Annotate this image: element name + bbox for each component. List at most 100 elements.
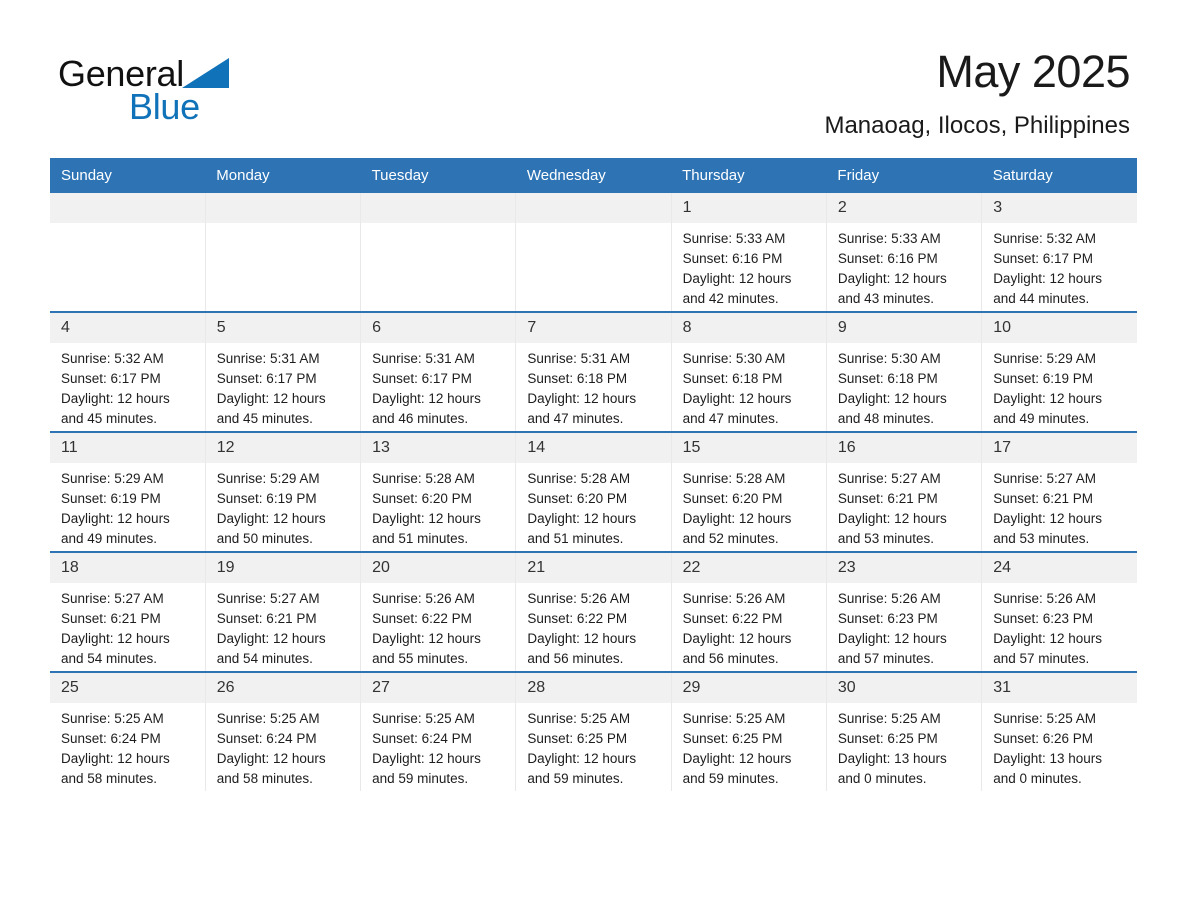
day-details: Sunrise: 5:25 AM Sunset: 6:25 PM Daylight:… (516, 703, 670, 789)
daylight-text-line1: Daylight: 12 hours (216, 751, 326, 766)
sunrise-text: Sunrise: 5:26 AM (527, 591, 631, 606)
sunrise-text: Sunrise: 5:25 AM (682, 711, 786, 726)
sunset-text: Sunset: 6:19 PM (61, 491, 161, 506)
calendar-day-cell-empty (50, 193, 206, 312)
daylight-text-line1: Daylight: 12 hours (61, 751, 170, 766)
daylight-text-line2: and 53 minutes. (837, 531, 934, 546)
day-details: Sunrise: 5:27 AM Sunset: 6:21 PM Daylight:… (982, 463, 1137, 549)
daylight-text-line2: and 0 minutes. (837, 771, 927, 786)
calendar-day-cell[interactable]: 19 Sunrise: 5:27 AM Sunset: 6:21 PM Dayligh… (204, 551, 361, 672)
day-number: 29 (671, 673, 826, 703)
sunrise-text: Sunrise: 5:27 AM (837, 471, 941, 486)
day-details: Sunrise: 5:29 AM Sunset: 6:19 PM Daylight:… (50, 463, 205, 549)
daylight-text-line1: Daylight: 12 hours (682, 511, 792, 526)
calendar-day-cell[interactable]: 16 Sunrise: 5:27 AM Sunset: 6:21 PM Dayligh… (825, 431, 982, 552)
calendar-day-cell[interactable]: 14 Sunrise: 5:28 AM Sunset: 6:20 PM Dayligh… (515, 431, 672, 552)
day-details: Sunrise: 5:31 AM Sunset: 6:18 PM Daylight:… (516, 343, 670, 429)
sunrise-text: Sunrise: 5:29 AM (61, 471, 164, 486)
sunrise-text: Sunrise: 5:26 AM (993, 591, 1096, 606)
calendar-day-cell[interactable]: 17 Sunrise: 5:27 AM Sunset: 6:21 PM Dayligh… (981, 431, 1137, 552)
sunset-text: Sunset: 6:16 PM (837, 251, 938, 266)
daylight-text-line2: and 54 minutes. (216, 651, 313, 666)
daylight-text-line2: and 42 minutes. (682, 291, 779, 306)
sunset-text: Sunset: 6:25 PM (527, 731, 628, 746)
calendar-day-cell[interactable]: 12 Sunrise: 5:29 AM Sunset: 6:19 PM Dayligh… (204, 431, 361, 552)
calendar-day-cell[interactable]: 5 Sunrise: 5:31 AM Sunset: 6:17 PM Daylight… (204, 311, 361, 432)
calendar-day-cell[interactable]: 28 Sunrise: 5:25 AM Sunset: 6:25 PM Dayligh… (515, 671, 672, 791)
daylight-text-line1: Daylight: 12 hours (527, 511, 637, 526)
weekday-header-tuesday: Tuesday (360, 158, 516, 193)
calendar-day-cell-empty (360, 193, 516, 312)
day-details: Sunrise: 5:26 AM Sunset: 6:22 PM Daylight:… (361, 583, 515, 669)
day-number: 21 (516, 553, 671, 583)
calendar-day-cell[interactable]: 1 Sunrise: 5:33 AM Sunset: 6:16 PM Daylight… (670, 193, 827, 312)
day-details: Sunrise: 5:29 AM Sunset: 6:19 PM Daylight:… (982, 343, 1137, 429)
sunset-text: Sunset: 6:18 PM (837, 371, 938, 386)
sunset-text: Sunset: 6:23 PM (837, 611, 938, 626)
calendar-day-cell[interactable]: 13 Sunrise: 5:28 AM Sunset: 6:20 PM Dayligh… (360, 431, 516, 552)
calendar-day-cell[interactable]: 3 Sunrise: 5:32 AM Sunset: 6:17 PM Daylight… (981, 193, 1137, 312)
calendar-day-cell[interactable]: 8 Sunrise: 5:30 AM Sunset: 6:18 PM Daylight… (670, 311, 827, 432)
sunset-text: Sunset: 6:17 PM (993, 251, 1093, 266)
calendar-day-cell[interactable]: 21 Sunrise: 5:26 AM Sunset: 6:22 PM Dayligh… (515, 551, 672, 672)
daylight-text-line2: and 47 minutes. (527, 411, 624, 426)
calendar-day-cell[interactable]: 26 Sunrise: 5:25 AM Sunset: 6:24 PM Dayligh… (204, 671, 361, 791)
daylight-text-line1: Daylight: 12 hours (372, 751, 481, 766)
sunrise-text: Sunrise: 5:25 AM (216, 711, 320, 726)
daylight-text-line1: Daylight: 12 hours (527, 631, 637, 646)
calendar-day-cell[interactable]: 29 Sunrise: 5:25 AM Sunset: 6:25 PM Dayligh… (670, 671, 827, 791)
day-number: 2 (826, 193, 982, 223)
day-details: Sunrise: 5:30 AM Sunset: 6:18 PM Daylight:… (672, 343, 826, 429)
calendar-day-cell[interactable]: 22 Sunrise: 5:26 AM Sunset: 6:22 PM Dayligh… (670, 551, 827, 672)
sunrise-text: Sunrise: 5:25 AM (837, 711, 941, 726)
daylight-text-line2: and 48 minutes. (837, 411, 934, 426)
sunset-text: Sunset: 6:22 PM (372, 611, 472, 626)
calendar-day-cell[interactable]: 2 Sunrise: 5:33 AM Sunset: 6:16 PM Daylight… (825, 193, 982, 312)
day-details: Sunrise: 5:33 AM Sunset: 6:16 PM Daylight:… (827, 223, 981, 309)
calendar-day-cell-empty (204, 193, 361, 312)
calendar-day-cell[interactable]: 4 Sunrise: 5:32 AM Sunset: 6:17 PM Daylight… (50, 311, 206, 432)
daylight-text-line2: and 44 minutes. (993, 291, 1090, 306)
daylight-text-line2: and 57 minutes. (993, 651, 1090, 666)
day-details: Sunrise: 5:28 AM Sunset: 6:20 PM Daylight:… (361, 463, 515, 549)
daylight-text-line2: and 57 minutes. (837, 651, 934, 666)
day-number: 3 (982, 193, 1137, 223)
sunrise-text: Sunrise: 5:26 AM (837, 591, 941, 606)
calendar-day-cell[interactable]: 18 Sunrise: 5:27 AM Sunset: 6:21 PM Dayligh… (50, 551, 206, 672)
calendar-day-cell[interactable]: 31 Sunrise: 5:25 AM Sunset: 6:26 PM Dayligh… (981, 671, 1137, 791)
day-number: 20 (361, 553, 516, 583)
day-number: 24 (982, 553, 1137, 583)
calendar-day-cell[interactable]: 7 Sunrise: 5:31 AM Sunset: 6:18 PM Daylight… (515, 311, 672, 432)
daylight-text-line1: Daylight: 12 hours (527, 751, 637, 766)
daylight-text-line2: and 52 minutes. (682, 531, 779, 546)
day-number: 1 (671, 193, 826, 223)
calendar-day-cell[interactable]: 20 Sunrise: 5:26 AM Sunset: 6:22 PM Dayligh… (360, 551, 516, 672)
calendar-day-cell[interactable]: 11 Sunrise: 5:29 AM Sunset: 6:19 PM Dayligh… (50, 431, 206, 552)
sunrise-text: Sunrise: 5:27 AM (61, 591, 164, 606)
sunrise-text: Sunrise: 5:29 AM (216, 471, 320, 486)
weekday-header-wednesday: Wednesday (515, 158, 672, 193)
calendar-day-cell[interactable]: 27 Sunrise: 5:25 AM Sunset: 6:24 PM Dayligh… (360, 671, 516, 791)
sunset-text: Sunset: 6:22 PM (682, 611, 783, 626)
calendar-day-cell[interactable]: 25 Sunrise: 5:25 AM Sunset: 6:24 PM Dayligh… (50, 671, 206, 791)
daylight-text-line2: and 51 minutes. (372, 531, 469, 546)
day-details: Sunrise: 5:27 AM Sunset: 6:21 PM Daylight:… (206, 583, 360, 669)
calendar-body: 1 Sunrise: 5:33 AM Sunset: 6:16 PM Daylight… (50, 193, 1137, 791)
weekday-header-thursday: Thursday (671, 158, 827, 193)
daylight-text-line1: Daylight: 12 hours (993, 271, 1102, 286)
daylight-text-line1: Daylight: 12 hours (837, 511, 947, 526)
daylight-text-line1: Daylight: 12 hours (993, 631, 1102, 646)
brand-logo[interactable]: General Blue (58, 54, 248, 127)
sunset-text: Sunset: 6:24 PM (61, 731, 161, 746)
day-details: Sunrise: 5:28 AM Sunset: 6:20 PM Daylight:… (672, 463, 826, 549)
calendar-day-cell[interactable]: 24 Sunrise: 5:26 AM Sunset: 6:23 PM Dayligh… (981, 551, 1137, 672)
calendar-day-cell[interactable]: 23 Sunrise: 5:26 AM Sunset: 6:23 PM Dayligh… (825, 551, 982, 672)
calendar-day-cell[interactable]: 10 Sunrise: 5:29 AM Sunset: 6:19 PM Dayligh… (981, 311, 1137, 432)
calendar-day-cell[interactable]: 9 Sunrise: 5:30 AM Sunset: 6:18 PM Daylight… (825, 311, 982, 432)
daylight-text-line2: and 45 minutes. (216, 411, 313, 426)
sunrise-text: Sunrise: 5:28 AM (682, 471, 786, 486)
calendar-day-cell[interactable]: 6 Sunrise: 5:31 AM Sunset: 6:17 PM Daylight… (360, 311, 516, 432)
calendar-day-cell[interactable]: 15 Sunrise: 5:28 AM Sunset: 6:20 PM Dayligh… (670, 431, 827, 552)
calendar-day-cell[interactable]: 30 Sunrise: 5:25 AM Sunset: 6:25 PM Dayligh… (825, 671, 982, 791)
day-number: 9 (826, 313, 982, 343)
